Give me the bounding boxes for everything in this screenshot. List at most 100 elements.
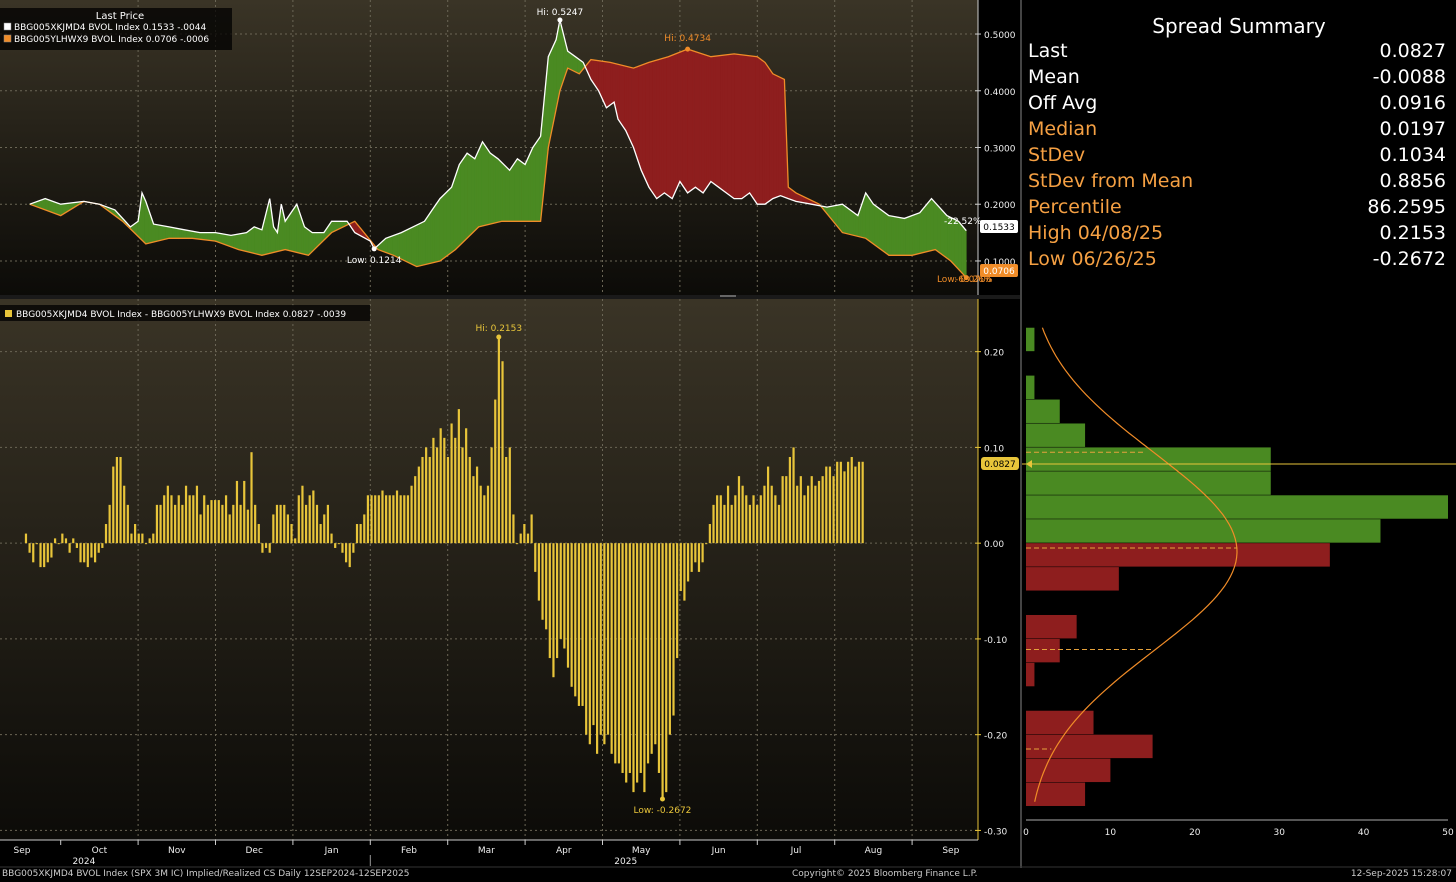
spread-bar bbox=[723, 504, 726, 544]
spread-fill-positive bbox=[286, 213, 290, 252]
histogram-bin-negative bbox=[1026, 758, 1111, 783]
spread-bar bbox=[417, 466, 420, 544]
spread-bar bbox=[352, 543, 355, 553]
spread-bar bbox=[425, 447, 428, 544]
summary-label: StDev bbox=[1028, 144, 1086, 166]
spread-fill-positive bbox=[174, 227, 178, 239]
histogram-x-tick-label: 30 bbox=[1273, 828, 1285, 838]
spread-bar bbox=[552, 543, 555, 678]
spread-bar bbox=[625, 543, 628, 783]
spread-bar bbox=[381, 490, 384, 544]
spread-bar bbox=[541, 543, 544, 620]
spread-fill-negative bbox=[605, 61, 609, 107]
spread-fill-positive bbox=[912, 214, 916, 256]
spread-bar bbox=[235, 480, 239, 544]
spread-fill-positive bbox=[230, 234, 234, 249]
spread-fill-positive bbox=[172, 227, 176, 239]
spread-bar bbox=[606, 543, 610, 735]
spread-fill-positive bbox=[457, 162, 461, 248]
spread-fill-positive bbox=[514, 158, 518, 222]
spread-fill-positive bbox=[59, 203, 63, 216]
spread-fill-positive bbox=[853, 212, 857, 237]
spread-bar bbox=[636, 543, 639, 783]
spread-fill-positive bbox=[537, 135, 541, 222]
spread-fill-positive bbox=[935, 202, 939, 253]
summary-value: 0.0197 bbox=[1379, 118, 1446, 140]
spread-bar bbox=[592, 543, 595, 726]
spread-bar bbox=[341, 543, 344, 553]
spread-bar bbox=[705, 543, 708, 545]
spread-bar bbox=[24, 533, 28, 544]
spread-fill-positive bbox=[460, 158, 464, 246]
spread-bar bbox=[246, 509, 249, 544]
spread-fill-positive bbox=[483, 142, 487, 227]
spread-fill-positive bbox=[186, 229, 190, 239]
spread-fill-positive bbox=[401, 230, 405, 262]
spread-fill-positive bbox=[570, 52, 574, 72]
spread-bar bbox=[319, 524, 322, 544]
spread-fill-positive bbox=[310, 230, 314, 254]
spread-bar bbox=[654, 543, 657, 745]
spread-bar bbox=[734, 495, 737, 544]
histogram-bin-negative bbox=[1026, 782, 1086, 806]
histogram-bin-negative bbox=[1026, 734, 1153, 759]
spread-bar bbox=[348, 543, 351, 568]
spread-fill-positive bbox=[872, 202, 876, 246]
spread-bar bbox=[836, 461, 839, 544]
spread-bar bbox=[104, 524, 108, 544]
top-low-white-label: Low: 0.1214 bbox=[347, 256, 402, 266]
spread-fill-positive bbox=[289, 210, 293, 252]
spread-bar bbox=[839, 461, 842, 544]
spread-fill-negative bbox=[717, 55, 721, 190]
spread-bar bbox=[828, 466, 832, 544]
spread-fill-positive bbox=[471, 156, 475, 234]
spread-bar bbox=[155, 504, 159, 544]
spread-bar bbox=[519, 533, 522, 544]
spread-fill-negative bbox=[773, 74, 777, 199]
summary-row: StDev from Mean 0.8856 bbox=[1028, 170, 1446, 196]
spread-fill-negative bbox=[715, 55, 719, 188]
spread-fill-positive bbox=[418, 222, 422, 267]
spread-fill-positive bbox=[500, 160, 503, 222]
spread-bar bbox=[526, 533, 530, 544]
spread-bar bbox=[286, 514, 289, 544]
spread-bar bbox=[181, 504, 184, 544]
spread-bar bbox=[854, 466, 857, 544]
spread-bar bbox=[672, 543, 675, 716]
spread-fill-positive bbox=[216, 232, 220, 243]
spread-bar bbox=[817, 480, 821, 544]
spread-bar bbox=[694, 543, 697, 563]
spread-fill-negative bbox=[640, 64, 644, 175]
spread-bar bbox=[64, 538, 68, 544]
x-month-label: Aug bbox=[865, 846, 883, 856]
spread-bar bbox=[392, 495, 395, 544]
spread-fill-positive bbox=[45, 198, 49, 212]
spread-fill-positive bbox=[429, 208, 433, 264]
bottom-legend-label: BBG005XKJMD4 BVOL Index - BBG005YLHWX9 B… bbox=[16, 310, 346, 320]
spread-fill-negative bbox=[703, 54, 707, 193]
x-month-label: Feb bbox=[401, 846, 417, 856]
spread-bar bbox=[719, 495, 722, 544]
spread-fill-positive bbox=[251, 226, 255, 254]
spread-bar bbox=[741, 485, 744, 544]
spread-fill-positive bbox=[453, 174, 457, 252]
spread-bar bbox=[512, 514, 515, 544]
spread-bar bbox=[174, 504, 177, 544]
spread-fill-positive bbox=[223, 233, 227, 246]
spread-fill-negative bbox=[750, 55, 754, 200]
spread-bar bbox=[490, 447, 493, 544]
spread-bar bbox=[39, 543, 42, 568]
spread-fill-positive bbox=[855, 213, 859, 237]
histogram-x-tick-label: 40 bbox=[1358, 828, 1370, 838]
spread-fill-negative bbox=[633, 66, 637, 156]
spread-fill-negative bbox=[619, 64, 623, 127]
spread-fill-positive bbox=[893, 216, 897, 256]
spread-fill-positive bbox=[214, 232, 218, 243]
spread-fill-positive bbox=[874, 204, 878, 248]
footer-description: BBG005XKJMD4 BVOL Index (SPX 3M IC) Impl… bbox=[2, 869, 410, 879]
spread-bar bbox=[661, 543, 664, 800]
spread-bar bbox=[399, 495, 402, 544]
summary-label: Mean bbox=[1028, 66, 1080, 88]
spread-bar bbox=[563, 543, 566, 649]
spread-bar bbox=[726, 485, 730, 544]
